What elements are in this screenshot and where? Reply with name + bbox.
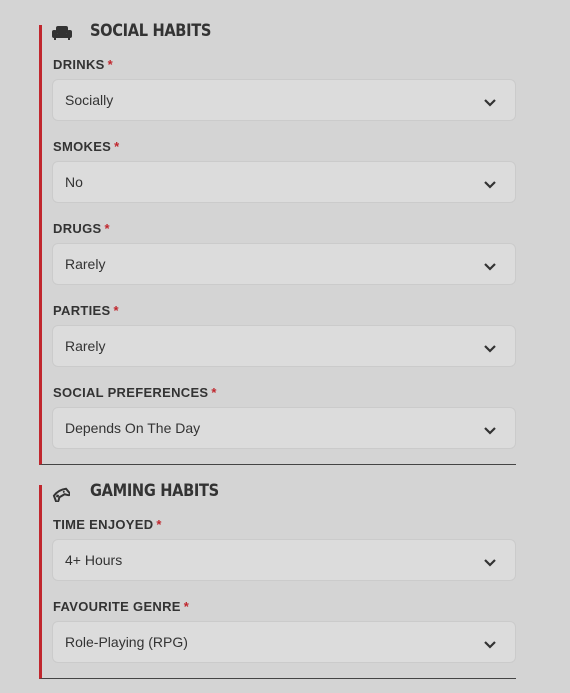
- chevron-down-icon: [483, 177, 497, 189]
- required-marker: *: [114, 139, 120, 154]
- smokes-label: SMOKES *: [53, 139, 120, 154]
- favourite-genre-select[interactable]: Role-Playing (RPG): [52, 621, 516, 663]
- section-title: GAMING HABITS: [90, 481, 219, 501]
- select-value: Socially: [65, 92, 114, 108]
- parties-select[interactable]: Rarely: [52, 325, 516, 367]
- smokes-select[interactable]: No: [52, 161, 516, 203]
- select-value: Rarely: [65, 338, 106, 354]
- gaming-habits-header: GAMING HABITS: [42, 481, 516, 503]
- drinks-label: DRINKS *: [53, 57, 113, 72]
- chevron-down-icon: [483, 637, 497, 649]
- drugs-label: DRUGS *: [53, 221, 110, 236]
- gaming-habits-section: GAMING HABITS TIME ENJOYED * 4+ Hours FAV…: [39, 481, 516, 679]
- section-title: SOCIAL HABITS: [90, 21, 212, 41]
- select-value: Rarely: [65, 256, 106, 272]
- select-value: Role-Playing (RPG): [65, 634, 188, 650]
- required-marker: *: [183, 599, 190, 614]
- chevron-down-icon: [483, 341, 497, 353]
- social-habits-header: SOCIAL HABITS: [42, 21, 516, 42]
- select-value: Depends On The Day: [65, 420, 201, 436]
- chevron-down-icon: [483, 259, 497, 271]
- social-preferences-label: SOCIAL PREFERENCES *: [53, 385, 217, 400]
- drinks-select[interactable]: Socially: [52, 79, 516, 121]
- time-enjoyed-label: TIME ENJOYED *: [53, 517, 162, 532]
- chevron-down-icon: [483, 95, 497, 107]
- select-value: No: [65, 174, 83, 190]
- required-marker: *: [104, 221, 110, 236]
- time-enjoyed-select[interactable]: 4+ Hours: [52, 539, 516, 581]
- chevron-down-icon: [483, 423, 497, 435]
- social-habits-section: SOCIAL HABITS DRINKS * Socially SMOKES * N…: [39, 21, 516, 465]
- required-marker: *: [107, 57, 113, 72]
- sofa-icon: [52, 26, 74, 42]
- parties-label: PARTIES *: [53, 303, 119, 318]
- gamepad-icon: [52, 486, 74, 503]
- required-marker: *: [156, 517, 162, 532]
- required-marker: *: [211, 385, 217, 400]
- favourite-genre-label: FAVOURITE GENRE *: [53, 599, 190, 614]
- chevron-down-icon: [483, 555, 497, 567]
- required-marker: *: [113, 303, 119, 318]
- select-value: 4+ Hours: [65, 552, 123, 568]
- social-preferences-select[interactable]: Depends On The Day: [52, 407, 516, 449]
- drugs-select[interactable]: Rarely: [52, 243, 516, 285]
